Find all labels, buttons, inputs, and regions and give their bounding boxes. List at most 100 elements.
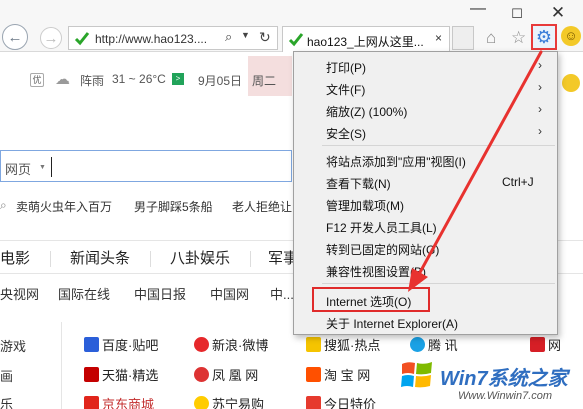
watermark-url: Www.Winwin7.com — [458, 390, 553, 402]
menu-item-label: 转到已固定的网站(G) — [326, 243, 440, 257]
feedback-smiley-icon[interactable]: ☺ — [561, 26, 581, 46]
menu-item-add-site-to-apps[interactable]: 将站点添加到"应用"视图(I) — [294, 150, 557, 170]
maximize-button[interactable]: ☐ — [507, 6, 527, 22]
site-link-taobao[interactable]: 淘 宝 网 — [306, 365, 370, 384]
side-category-list: 游戏 画 乐 — [0, 322, 62, 409]
menu-item-label: 缩放(Z) (100%) — [326, 105, 408, 119]
menu-item-pinned-sites[interactable]: 转到已固定的网站(G) — [294, 238, 557, 258]
media-link[interactable]: 中... — [270, 284, 294, 303]
site-link-sohu[interactable]: 搜狐·热点 — [306, 335, 380, 354]
site-link-baidu[interactable]: 百度·贴吧 — [84, 335, 158, 354]
forward-button[interactable]: → — [40, 27, 62, 49]
gear-icon: ⚙ — [535, 26, 553, 47]
text-cursor — [51, 157, 52, 177]
weather-more-badge[interactable]: > — [172, 73, 184, 85]
site-label: 淘 宝 网 — [324, 368, 371, 383]
smiley-icon — [562, 74, 580, 92]
chevron-right-icon: › — [538, 80, 542, 94]
category-tab[interactable]: 新闻头条 — [70, 247, 130, 268]
chevron-down-icon[interactable]: ▼ — [39, 164, 46, 171]
site-link-ifeng[interactable]: 凤 凰 网 — [194, 365, 258, 384]
tools-button[interactable]: ⚙ — [531, 24, 557, 50]
refresh-icon[interactable]: ↻ — [259, 29, 271, 46]
category-tab[interactable]: 八卦娱乐 — [170, 247, 230, 268]
arrow-right-icon: → — [43, 29, 59, 47]
windows-logo-icon — [401, 362, 432, 388]
menu-item-label: 关于 Internet Explorer(A) — [326, 317, 459, 331]
media-link[interactable]: 中国日报 — [134, 284, 186, 303]
site-label: 苏宁易购 — [212, 397, 265, 409]
menu-item-about-ie[interactable]: 关于 Internet Explorer(A) — [294, 312, 557, 332]
site-label: 搜狐·热点 — [324, 338, 381, 353]
menu-item-zoom[interactable]: 缩放(Z) (100%) › — [294, 100, 557, 120]
menu-item-label: 兼容性视图设置(B) — [326, 265, 426, 279]
site-link-163[interactable]: 网 — [530, 335, 561, 354]
menu-item-safety[interactable]: 安全(S) › — [294, 122, 557, 142]
menu-separator — [322, 283, 555, 284]
menu-item-f12-devtools[interactable]: F12 开发人员工具(L) — [294, 216, 557, 236]
date-label: 9月05日 — [198, 74, 243, 88]
close-window-button[interactable]: ✕ — [548, 3, 568, 23]
weather-cloud-icon: ☁ — [55, 71, 70, 88]
side-category-item[interactable]: 乐 — [0, 394, 13, 409]
divider — [150, 251, 151, 267]
weekday-label: 周二 — [252, 74, 277, 88]
watermark-brand: Win7系统之家 — [440, 368, 568, 390]
chevron-down-icon[interactable]: ▼ — [241, 30, 250, 40]
weibo-icon — [194, 337, 209, 352]
site-link-qq[interactable]: 腾 讯 — [410, 335, 458, 354]
air-quality-badge[interactable]: 优 — [30, 73, 44, 87]
arrow-left-icon: ← — [7, 28, 23, 46]
new-tab-button[interactable] — [452, 26, 474, 50]
divider — [50, 251, 51, 267]
menu-item-view-downloads[interactable]: 查看下载(N) Ctrl+J — [294, 172, 557, 192]
site-label: 网 — [548, 338, 562, 353]
back-button[interactable]: ← — [2, 24, 28, 50]
side-category-item[interactable]: 游戏 — [0, 336, 26, 355]
site-label: 今日特价 — [324, 397, 377, 409]
hao123-favicon-icon — [288, 33, 304, 47]
menu-item-label: 将站点添加到"应用"视图(I) — [326, 155, 466, 169]
home-icon[interactable]: ⌂ — [486, 28, 496, 48]
media-link[interactable]: 中国网 — [210, 284, 249, 303]
hot-search-item[interactable]: 男子脚踩5条船 — [134, 198, 213, 215]
menu-item-print[interactable]: 打印(P) › — [294, 56, 557, 76]
site-link-suning[interactable]: 苏宁易购 — [194, 394, 264, 409]
browser-toolbar: — ☐ ✕ ← → http://www.hao123.... ⌕ ▼ ↻ ha… — [0, 0, 583, 52]
address-url[interactable]: http://www.hao123.... — [95, 32, 207, 46]
site-label: 腾 讯 — [428, 338, 458, 353]
suning-icon — [194, 396, 209, 409]
media-link[interactable]: 央视网 — [0, 284, 39, 303]
hot-search-item[interactable]: 卖萌火虫年入百万 — [16, 198, 112, 215]
search-icon[interactable]: ⌕ — [225, 29, 232, 45]
tab-hao123[interactable]: hao123_上网从这里... × — [282, 26, 450, 52]
side-category-item[interactable]: 画 — [0, 366, 13, 385]
qq-icon — [410, 337, 425, 352]
menu-item-compat-view[interactable]: 兼容性视图设置(B) — [294, 260, 557, 280]
media-link[interactable]: 国际在线 — [58, 284, 110, 303]
menu-item-file[interactable]: 文件(F) › — [294, 78, 557, 98]
category-tab[interactable]: 电影 — [0, 247, 30, 268]
site-link-today-deals[interactable]: 今日特价 — [306, 394, 376, 409]
site-label: 京东商城 — [102, 397, 155, 409]
menu-item-manage-addons[interactable]: 管理加载项(M) — [294, 194, 557, 214]
menu-item-label: Internet 选项(O) — [326, 295, 412, 309]
taobao-icon — [306, 367, 321, 382]
minimize-button[interactable]: — — [468, 0, 488, 18]
favorites-star-icon[interactable]: ☆ — [511, 28, 526, 48]
site-label: 凤 凰 网 — [212, 368, 259, 383]
search-input[interactable]: 网页 ▼ — [0, 150, 292, 182]
chevron-right-icon: › — [538, 102, 542, 116]
search-type-label[interactable]: 网页 — [5, 159, 31, 178]
deals-icon — [306, 396, 321, 409]
menu-item-internet-options[interactable]: Internet 选项(O) — [294, 287, 557, 312]
hot-search-item[interactable]: 老人拒绝让 — [232, 198, 292, 215]
site-link-sina[interactable]: 新浪·微博 — [194, 335, 268, 354]
jd-icon — [84, 396, 99, 409]
ifeng-icon — [194, 367, 209, 382]
tab-close-button[interactable]: × — [435, 31, 442, 45]
site-label: 天猫·精选 — [102, 368, 159, 383]
site-link-jd[interactable]: 京东商城 — [84, 394, 154, 409]
site-link-tmall[interactable]: 天猫·精选 — [84, 365, 158, 384]
address-bar[interactable]: http://www.hao123.... ⌕ ▼ ↻ — [68, 26, 278, 50]
